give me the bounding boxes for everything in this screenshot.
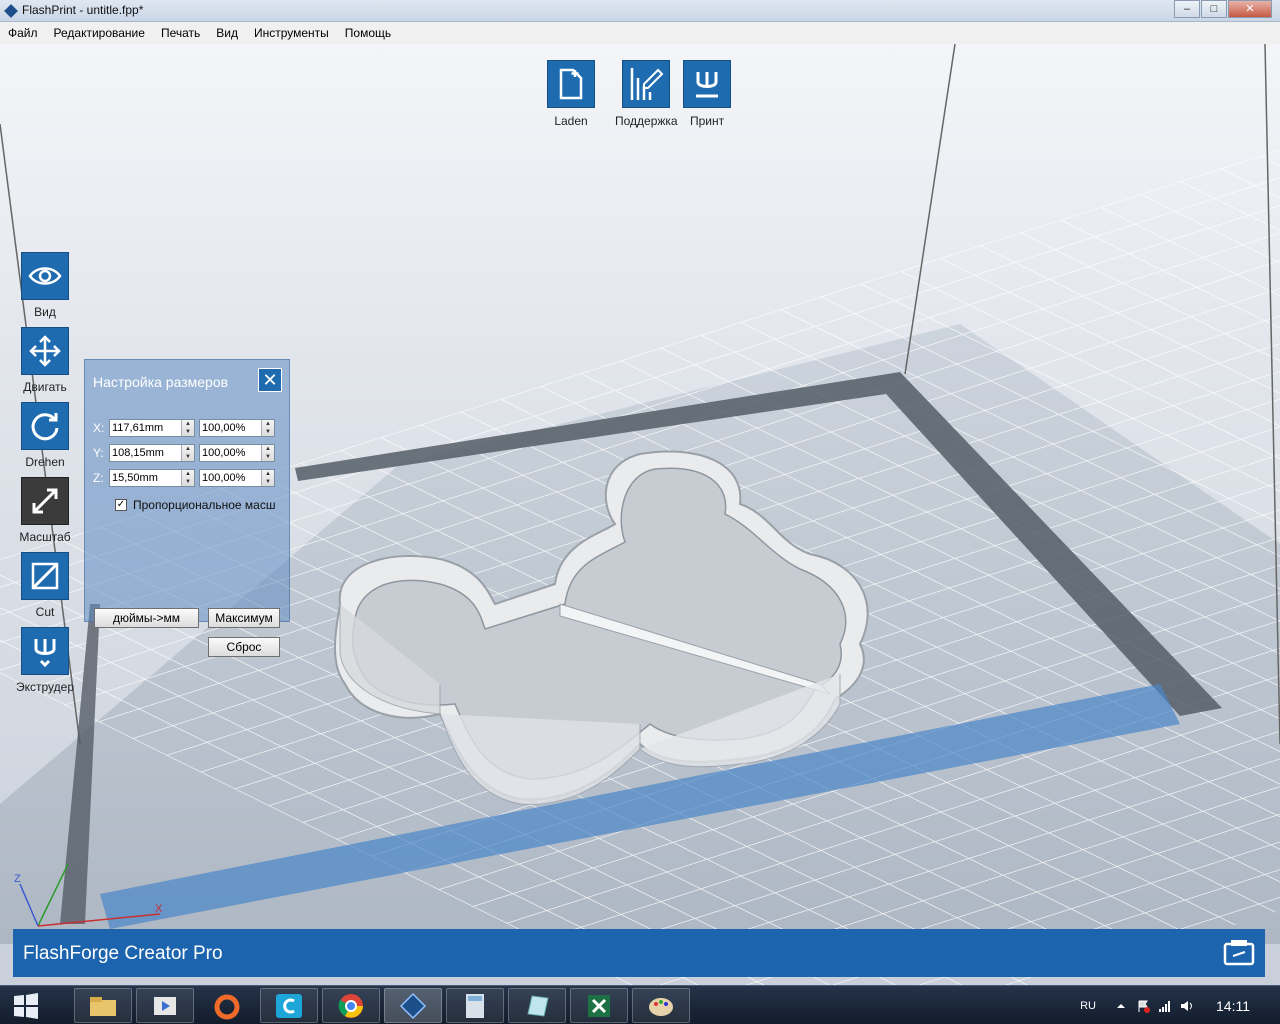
- axis-gizmo: Y Z X: [14, 864, 163, 927]
- scale-label: Масштаб: [19, 530, 71, 544]
- spin-arrows-icon[interactable]: ▲ ▼: [261, 420, 274, 436]
- printer-status-bar: FlashForge Creator Pro: [13, 929, 1265, 977]
- scale-icon[interactable]: [21, 477, 69, 525]
- size-x-field[interactable]: 117,61mm ▲ ▼: [109, 419, 195, 437]
- tool-cut[interactable]: Cut: [0, 552, 90, 619]
- size-y-field[interactable]: 108,15mm ▲ ▼: [109, 444, 195, 462]
- toolbar-load[interactable]: Laden: [547, 60, 595, 128]
- menu-bar: Файл Редактирование Печать Вид Инструмен…: [0, 22, 1280, 44]
- axis-z-label: Z:: [93, 471, 104, 485]
- title-bar: FlashPrint - untitle.fpp* – □ ✕: [0, 0, 1280, 22]
- maximum-button[interactable]: Максимум: [208, 608, 280, 628]
- gizmo-y-label: Y: [64, 864, 72, 865]
- extruder-label: Экструдер: [16, 680, 74, 694]
- cut-icon[interactable]: [21, 552, 69, 600]
- clock[interactable]: 14:11: [1216, 998, 1250, 1014]
- eye-icon[interactable]: [21, 252, 69, 300]
- checkbox-check-icon[interactable]: ✓: [115, 499, 127, 511]
- move-icon[interactable]: [21, 327, 69, 375]
- flashprint-taskbar-icon[interactable]: [384, 988, 442, 1023]
- scale-row-y: Y: 108,15mm ▲ ▼ 100,00% ▲ ▼: [93, 444, 279, 462]
- network-signal-icon[interactable]: [1158, 999, 1172, 1013]
- reset-button[interactable]: Сброс: [208, 637, 280, 657]
- menu-tools[interactable]: Инструменты: [246, 26, 337, 40]
- rotate-icon[interactable]: [21, 402, 69, 450]
- window-title: FlashPrint - untitle.fpp*: [22, 3, 144, 17]
- printer-connection-icon[interactable]: [1223, 938, 1255, 968]
- toolbar-support[interactable]: Поддержка: [615, 60, 678, 128]
- percent-z-field[interactable]: 100,00% ▲ ▼: [199, 469, 275, 487]
- menu-help[interactable]: Помощь: [337, 26, 399, 40]
- gizmo-x-label: X: [155, 903, 163, 915]
- spin-arrows-icon[interactable]: ▲ ▼: [181, 420, 194, 436]
- gizmo-z-label: Z: [14, 873, 21, 885]
- tool-extruder[interactable]: Экструдер: [0, 627, 90, 694]
- print-label: Принт: [689, 114, 725, 128]
- excel-icon[interactable]: [570, 988, 628, 1023]
- tool-move[interactable]: Двигать: [0, 327, 90, 394]
- axis-x-label: X:: [93, 421, 105, 435]
- proportional-checkbox[interactable]: ✓ Пропорциональное масш: [115, 498, 279, 512]
- close-icon[interactable]: ✕: [258, 368, 282, 392]
- origin-icon[interactable]: [198, 988, 256, 1023]
- scale-panel: Настройка размеров ✕ X: 117,61mm ▲ ▼ 100,0…: [84, 359, 290, 657]
- chrome-icon[interactable]: [322, 988, 380, 1023]
- volume-icon[interactable]: [1180, 999, 1194, 1013]
- menu-edit[interactable]: Редактирование: [46, 26, 153, 40]
- view-label: Вид: [34, 305, 56, 319]
- menu-file[interactable]: Файл: [0, 26, 46, 40]
- extruder-icon[interactable]: [21, 627, 69, 675]
- move-label: Двигать: [23, 380, 67, 394]
- tool-rotate[interactable]: Drehen: [0, 402, 90, 469]
- notes-icon[interactable]: [508, 988, 566, 1023]
- percent-x-field[interactable]: 100,00% ▲ ▼: [199, 419, 275, 437]
- spin-arrows-icon[interactable]: ▲ ▼: [181, 445, 194, 461]
- show-hidden-icons-icon[interactable]: [1114, 999, 1128, 1013]
- rotate-label: Drehen: [25, 455, 65, 469]
- explorer-icon[interactable]: [74, 988, 132, 1023]
- cut-label: Cut: [35, 605, 55, 619]
- maximize-button[interactable]: □: [1201, 0, 1227, 18]
- spin-arrows-icon[interactable]: ▲ ▼: [181, 470, 194, 486]
- printer-name: FlashForge Creator Pro: [23, 943, 223, 964]
- media-player-icon[interactable]: [136, 988, 194, 1023]
- axis-y-label: Y:: [93, 446, 104, 460]
- spin-arrows-icon[interactable]: ▲ ▼: [261, 445, 274, 461]
- tool-scale[interactable]: Масштаб: [0, 477, 90, 544]
- menu-view[interactable]: Вид: [208, 26, 246, 40]
- print-icon[interactable]: [683, 60, 731, 108]
- app-c-icon[interactable]: [260, 988, 318, 1023]
- flashprint-app-icon: [4, 4, 18, 18]
- scale-row-x: X: 117,61mm ▲ ▼ 100,00% ▲ ▼: [93, 419, 279, 437]
- toolbar-print[interactable]: Принт: [683, 60, 731, 128]
- scale-row-z: Z: 15,50mm ▲ ▼ 100,00% ▲ ▼: [93, 469, 279, 487]
- size-z-field[interactable]: 15,50mm ▲ ▼: [109, 469, 195, 487]
- support-icon[interactable]: [622, 60, 671, 108]
- percent-y-field[interactable]: 100,00% ▲ ▼: [199, 444, 275, 462]
- tool-view[interactable]: Вид: [0, 252, 90, 319]
- action-center-flag-icon[interactable]: [1136, 999, 1150, 1013]
- spin-arrows-icon[interactable]: ▲ ▼: [261, 470, 274, 486]
- paint-icon[interactable]: [632, 988, 690, 1023]
- calculator-icon[interactable]: [446, 988, 504, 1023]
- inch-to-mm-button[interactable]: дюймы->мм: [94, 608, 199, 628]
- add-file-icon[interactable]: [547, 60, 595, 108]
- system-tray: RU 14:11: [1080, 986, 1280, 1024]
- language-indicator[interactable]: RU: [1080, 1000, 1096, 1012]
- windows-taskbar: RU 14:11: [0, 985, 1280, 1024]
- scale-panel-title: Настройка размеров: [93, 374, 229, 390]
- support-label: Поддержка: [615, 114, 678, 128]
- load-label: Laden: [554, 114, 588, 128]
- menu-print[interactable]: Печать: [153, 26, 208, 40]
- windows-start-icon[interactable]: [4, 988, 48, 1024]
- close-window-button[interactable]: ✕: [1228, 0, 1272, 18]
- proportional-label: Пропорциональное масш: [133, 498, 276, 512]
- minimize-button[interactable]: –: [1174, 0, 1200, 18]
- 3d-viewport[interactable]: Laden Поддержка Принт Вид Двигать Drehen: [0, 44, 1280, 985]
